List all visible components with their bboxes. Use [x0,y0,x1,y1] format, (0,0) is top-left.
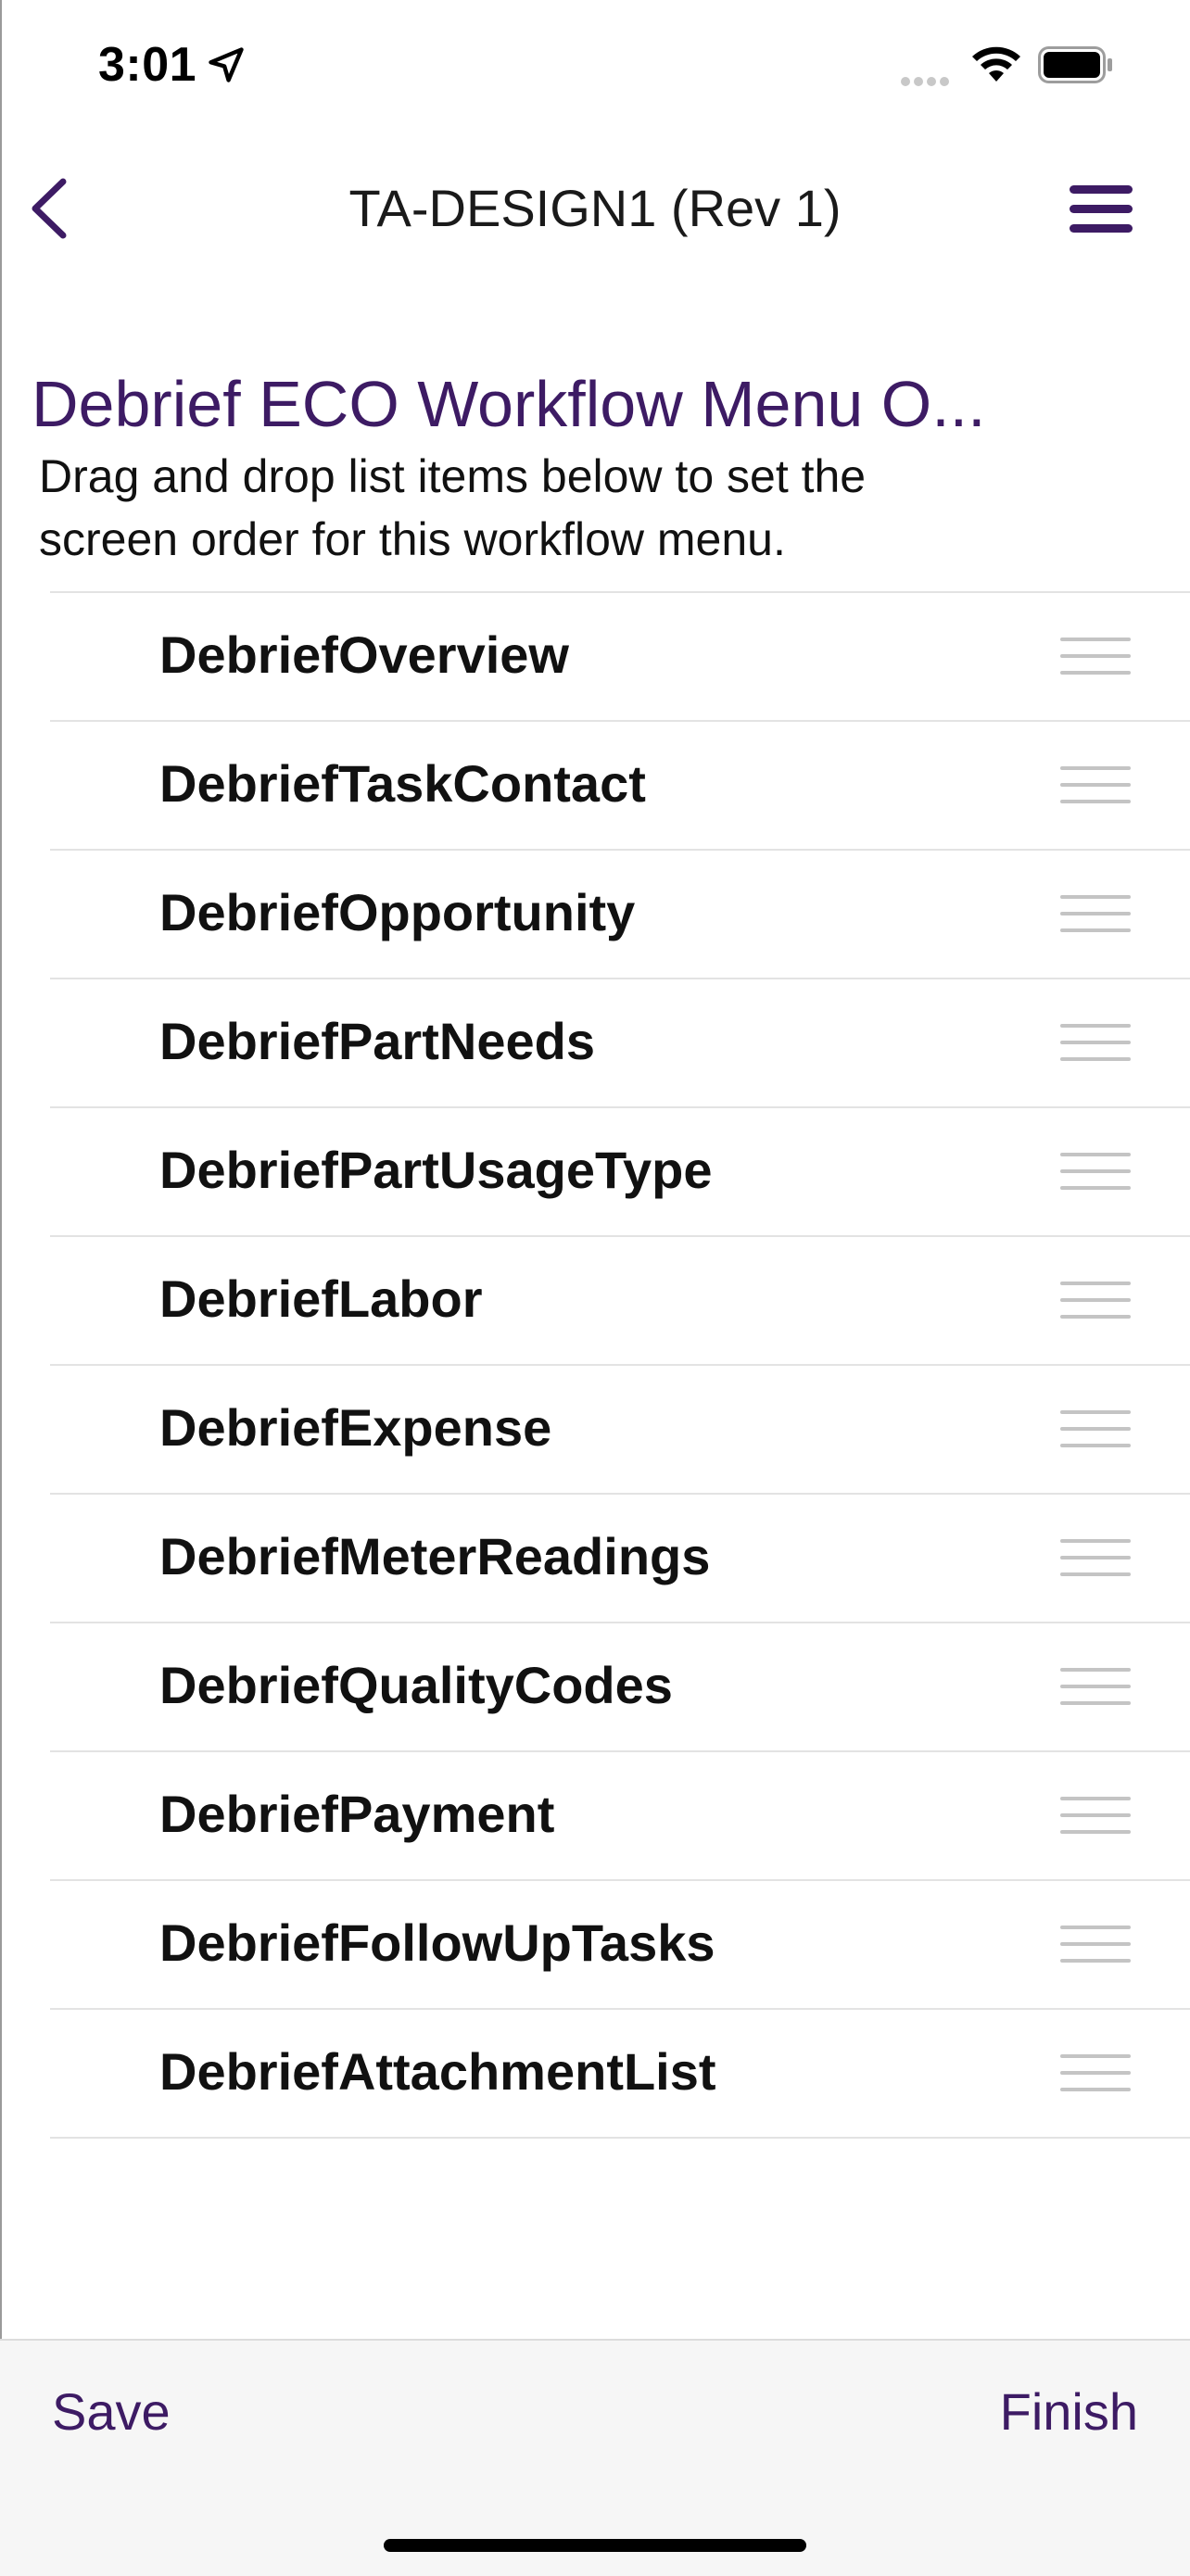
status-time: 3:01 [98,38,197,92]
battery-icon [1038,46,1112,83]
list-item[interactable]: DebriefPartUsageType [50,1108,1190,1237]
drag-handle-icon[interactable] [1060,1668,1131,1707]
cellular-signal-icon [901,74,956,86]
wifi-icon [972,46,1020,82]
list-item-label: DebriefPartUsageType [159,1141,713,1199]
workflow-menu-list: DebriefOverview DebriefTaskContact Debri… [50,591,1190,2139]
list-item[interactable]: DebriefPartNeeds [50,979,1190,1108]
list-item[interactable]: DebriefTaskContact [50,722,1190,851]
list-item-label: DebriefPayment [159,1785,555,1843]
list-item[interactable]: DebriefLabor [50,1237,1190,1366]
drag-handle-icon[interactable] [1060,1539,1131,1578]
instructions-text: Drag and drop list items below to set th… [39,450,867,565]
drag-handle-icon[interactable] [1060,1024,1131,1063]
list-item-label: DebriefAttachmentList [159,2042,716,2101]
list-item-label: DebriefPartNeeds [159,1012,595,1070]
drag-handle-icon[interactable] [1060,2054,1131,2093]
nav-title: TA-DESIGN1 (Rev 1) [348,179,842,237]
list-item-label: DebriefMeterReadings [159,1527,711,1585]
drag-handle-icon[interactable] [1060,766,1131,805]
list-item-label: DebriefExpense [159,1398,552,1457]
drag-handle-icon[interactable] [1060,1282,1131,1320]
list-item[interactable]: DebriefExpense [50,1366,1190,1495]
list-item-label: DebriefLabor [159,1269,483,1328]
list-item[interactable]: DebriefFollowUpTasks [50,1881,1190,2010]
page-title: Debrief ECO Workflow Menu O... [32,368,986,440]
drag-handle-icon[interactable] [1060,638,1131,676]
list-item-label: DebriefOpportunity [159,883,636,941]
list-item-label: DebriefOverview [159,625,569,684]
hamburger-menu-icon[interactable] [1062,178,1140,241]
drag-handle-icon[interactable] [1060,1410,1131,1449]
list-item[interactable]: DebriefPayment [50,1752,1190,1881]
list-item[interactable]: DebriefMeterReadings [50,1495,1190,1623]
list-item[interactable]: DebriefQualityCodes [50,1623,1190,1752]
finish-button[interactable]: Finish [1000,2381,1138,2442]
list-item[interactable]: DebriefOpportunity [50,851,1190,979]
list-item-label: DebriefTaskContact [159,754,646,813]
navigation-bar: TA-DESIGN1 (Rev 1) [0,158,1190,259]
list-item[interactable]: DebriefOverview [50,593,1190,722]
location-arrow-icon [209,47,244,82]
list-item-label: DebriefQualityCodes [159,1656,673,1714]
drag-handle-icon[interactable] [1060,1926,1131,1964]
save-button[interactable]: Save [52,2381,171,2442]
home-indicator [384,2539,806,2552]
status-bar: 3:01 [0,0,1190,130]
list-item-label: DebriefFollowUpTasks [159,1913,715,1972]
drag-handle-icon[interactable] [1060,895,1131,934]
list-item[interactable]: DebriefAttachmentList [50,2010,1190,2139]
drag-handle-icon[interactable] [1060,1797,1131,1836]
drag-handle-icon[interactable] [1060,1153,1131,1192]
window-edge [0,0,2,2574]
